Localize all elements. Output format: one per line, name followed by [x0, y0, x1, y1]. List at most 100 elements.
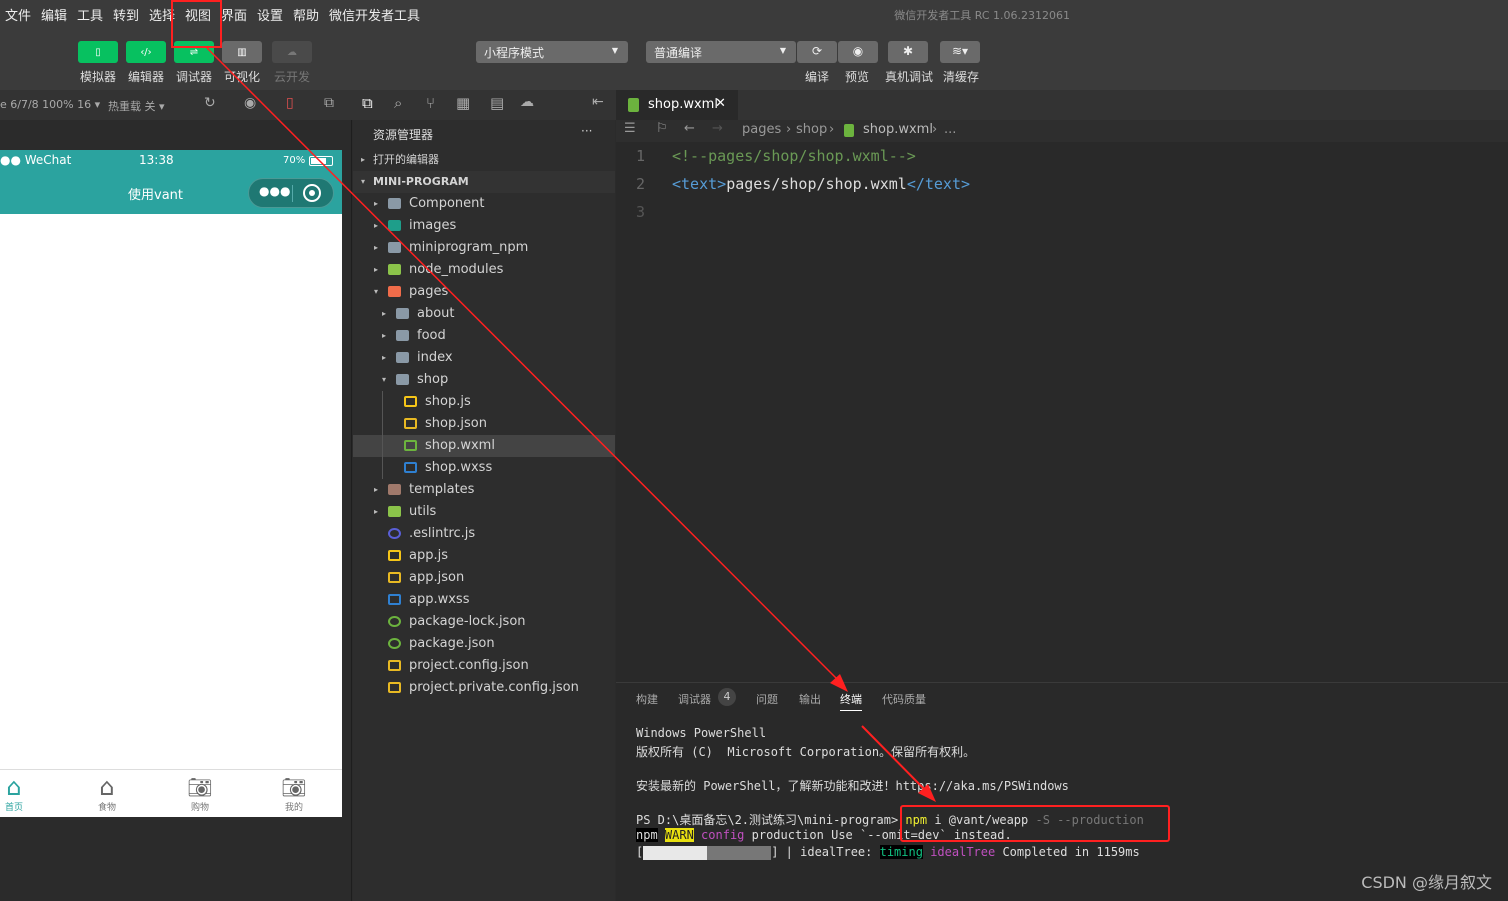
- wxss-file-icon: [404, 462, 417, 473]
- menu-edit[interactable]: 编辑: [41, 5, 67, 24]
- tree-item[interactable]: ▾ pages: [353, 281, 615, 303]
- files-icon[interactable]: ⧉: [362, 94, 373, 112]
- tab-label: 食物: [97, 803, 116, 813]
- tree-item[interactable]: shop.js: [353, 391, 615, 413]
- preview-button[interactable]: ◉: [838, 41, 878, 63]
- clear-cache-button[interactable]: ≋▾: [940, 41, 980, 63]
- chevron-icon: ▸: [374, 507, 379, 516]
- compile-button[interactable]: ⟳: [797, 41, 837, 63]
- breadcrumb-file[interactable]: shop.wxml: [863, 122, 933, 137]
- docker-icon[interactable]: ☁: [520, 94, 534, 110]
- breadcrumb-more[interactable]: ...: [944, 122, 956, 137]
- tree-item[interactable]: project.private.config.json: [353, 677, 615, 699]
- tree-item[interactable]: ▸ food: [353, 325, 615, 347]
- tree-item-label: index: [417, 350, 453, 365]
- search-icon[interactable]: ⌕: [394, 94, 402, 112]
- compile-select[interactable]: 普通编译 ▼: [646, 41, 796, 63]
- device-select[interactable]: e 6/7/8 100% 16 ▾: [0, 98, 100, 111]
- refresh-icon[interactable]: ↻: [204, 95, 216, 111]
- hot-reload-select[interactable]: 热重载 关 ▾: [108, 98, 165, 114]
- tree-item[interactable]: ▸ index: [353, 347, 615, 369]
- menu-tools[interactable]: 工具: [77, 5, 103, 24]
- more-actions-icon[interactable]: ···: [581, 124, 592, 138]
- menu-file[interactable]: 文件: [5, 5, 31, 24]
- menu-view[interactable]: 视图: [185, 5, 211, 24]
- editor-button[interactable]: ‹/›: [126, 41, 166, 63]
- remote-debug-label: 真机调试: [885, 70, 934, 84]
- tree-item[interactable]: shop.json: [353, 413, 615, 435]
- forward-icon[interactable]: →: [712, 121, 723, 136]
- menu-wechat-devtools[interactable]: 微信开发者工具: [329, 5, 420, 24]
- tree-item[interactable]: ▾ shop: [353, 369, 615, 391]
- chevron-icon: ▸: [382, 309, 387, 318]
- window-icon[interactable]: ⧉: [324, 95, 334, 111]
- tree-item[interactable]: shop.wxml: [353, 435, 615, 457]
- bookmark-icon[interactable]: ⚐: [656, 121, 668, 136]
- tab-code-quality[interactable]: 代码质量: [882, 691, 926, 707]
- tree-item[interactable]: shop.wxss: [353, 457, 615, 479]
- chevron-icon: ▾: [374, 287, 379, 296]
- tree-item[interactable]: ▸ node_modules: [353, 259, 615, 281]
- git-branch-icon[interactable]: ⑂: [426, 94, 435, 112]
- project-section[interactable]: ▾ MINI-PROGRAM: [353, 171, 615, 193]
- list-icon[interactable]: ☰: [624, 121, 636, 136]
- tree-item[interactable]: package-lock.json: [353, 611, 615, 633]
- wxml-file-icon: [844, 124, 854, 137]
- phone-icon[interactable]: ▯: [286, 95, 294, 111]
- tree-item[interactable]: app.wxss: [353, 589, 615, 611]
- tab-problems[interactable]: 问题: [756, 691, 778, 707]
- breadcrumb-shop[interactable]: shop: [796, 122, 827, 137]
- menu-settings[interactable]: 设置: [257, 5, 283, 24]
- tab-build[interactable]: 构建: [636, 691, 658, 707]
- tree-item[interactable]: ▸ templates: [353, 479, 615, 501]
- tab-food[interactable]: ⌂ 食物: [77, 774, 137, 813]
- save-icon[interactable]: ▤: [490, 94, 504, 112]
- tab-output[interactable]: 输出: [799, 691, 821, 707]
- cloud-button[interactable]: ☁: [272, 41, 312, 63]
- close-mini-program-icon[interactable]: [303, 184, 321, 202]
- menu-interface[interactable]: 界面: [221, 5, 247, 24]
- tree-item[interactable]: ▸ images: [353, 215, 615, 237]
- simulator-button[interactable]: ▯: [78, 41, 118, 63]
- camera-icon: 📷︎: [281, 775, 307, 799]
- close-icon[interactable]: ✕: [715, 96, 726, 111]
- menu-help[interactable]: 帮助: [293, 5, 319, 24]
- tree-item[interactable]: ▸ Component: [353, 193, 615, 215]
- collapse-panel-icon[interactable]: ⇤: [592, 94, 604, 110]
- remote-debug-button[interactable]: ✱: [888, 41, 928, 63]
- tree-item[interactable]: app.json: [353, 567, 615, 589]
- tab-terminal[interactable]: 终端: [840, 691, 862, 711]
- breadcrumb-pages[interactable]: pages: [742, 122, 781, 137]
- preview-label: 预览: [845, 70, 870, 84]
- menu-select[interactable]: 选择: [149, 5, 175, 24]
- tree-item[interactable]: ▸ utils: [353, 501, 615, 523]
- progress-done: [643, 845, 708, 860]
- tree-item[interactable]: ▸ miniprogram_npm: [353, 237, 615, 259]
- compile-label: 编译: [805, 70, 830, 84]
- mode-select[interactable]: 小程序模式 ▼: [476, 41, 628, 63]
- debugger-button[interactable]: ⇌: [174, 41, 214, 63]
- tab-home[interactable]: ⌂ 首页: [0, 774, 44, 813]
- tree-item-label: food: [417, 328, 446, 343]
- debugger-badge: 4: [718, 688, 736, 706]
- tree-item-label: templates: [409, 482, 475, 497]
- menu-goto[interactable]: 转到: [113, 5, 139, 24]
- open-editors-section[interactable]: ▸ 打开的编辑器: [353, 149, 615, 171]
- back-icon[interactable]: ←: [684, 121, 695, 136]
- extensions-icon[interactable]: ▦: [456, 94, 470, 112]
- folder-icon: [396, 374, 409, 385]
- stop-icon[interactable]: ◉: [244, 95, 256, 111]
- watermark: CSDN @缘月叙文: [1361, 873, 1492, 892]
- tab-shop-wxml[interactable]: shop.wxml ✕: [616, 90, 738, 120]
- tree-item[interactable]: package.json: [353, 633, 615, 655]
- more-icon[interactable]: ●●●: [259, 184, 290, 198]
- tree-item[interactable]: project.config.json: [353, 655, 615, 677]
- tab-mine[interactable]: 📷︎ 我的: [264, 774, 324, 813]
- chevron-icon: ▸: [382, 331, 387, 340]
- tab-debugger[interactable]: 调试器: [678, 691, 711, 707]
- tab-shopping[interactable]: 📷︎ 购物: [170, 774, 230, 813]
- tree-item[interactable]: app.js: [353, 545, 615, 567]
- tree-item[interactable]: ▸ about: [353, 303, 615, 325]
- tree-item[interactable]: .eslintrc.js: [353, 523, 615, 545]
- visual-button[interactable]: ▥: [222, 41, 262, 63]
